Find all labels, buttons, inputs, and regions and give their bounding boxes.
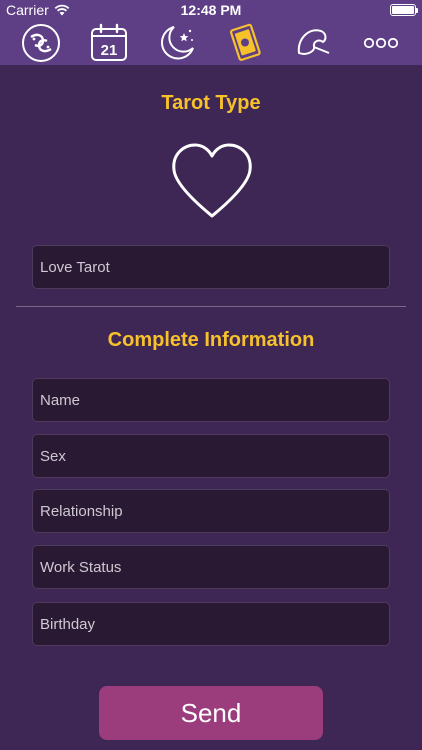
tarot-card-icon	[229, 23, 261, 61]
status-bar: Carrier 12:48 PM	[0, 0, 422, 20]
status-time: 12:48 PM	[180, 2, 242, 18]
toolbar-item-horoscope[interactable]	[156, 22, 198, 64]
birthday-field[interactable]: Birthday	[32, 602, 390, 646]
heart-icon	[172, 143, 252, 218]
pisces-zodiac-icon	[22, 24, 60, 62]
send-button-label: Send	[180, 697, 242, 728]
section-divider	[16, 306, 406, 307]
work-status-placeholder: Work Status	[40, 558, 122, 576]
relationship-field[interactable]: Relationship	[32, 489, 390, 533]
relationship-placeholder: Relationship	[40, 502, 123, 520]
toolbar-item-more[interactable]	[360, 22, 402, 64]
tarot-type-select[interactable]: Love Tarot	[32, 245, 390, 289]
calendar-day-label: 21	[101, 42, 118, 59]
moon-stars-icon	[161, 26, 194, 60]
more-icon	[363, 37, 399, 49]
name-placeholder: Name	[40, 391, 81, 409]
sex-placeholder: Sex	[40, 447, 66, 465]
toolbar-item-calendar[interactable]: 21	[88, 22, 130, 64]
calendar-icon: 21	[91, 23, 127, 61]
battery-icon	[390, 4, 418, 16]
toolbar-item-fortune[interactable]	[292, 22, 334, 64]
toolbar-item-zodiac[interactable]	[20, 22, 62, 64]
tarot-type-title: Tarot Type	[161, 92, 261, 114]
work-status-field[interactable]: Work Status	[32, 545, 390, 589]
sex-field[interactable]: Sex	[32, 434, 390, 478]
toolbar-item-tarot[interactable]	[224, 22, 266, 64]
complete-information-title: Complete Information	[107, 329, 315, 351]
top-toolbar: 21	[0, 20, 422, 65]
birthday-placeholder: Birthday	[40, 615, 96, 633]
send-button[interactable]: Send	[99, 686, 323, 740]
tarot-type-value: Love Tarot	[40, 258, 110, 276]
name-field[interactable]: Name	[32, 378, 390, 422]
fortune-cookie-icon	[297, 29, 330, 55]
